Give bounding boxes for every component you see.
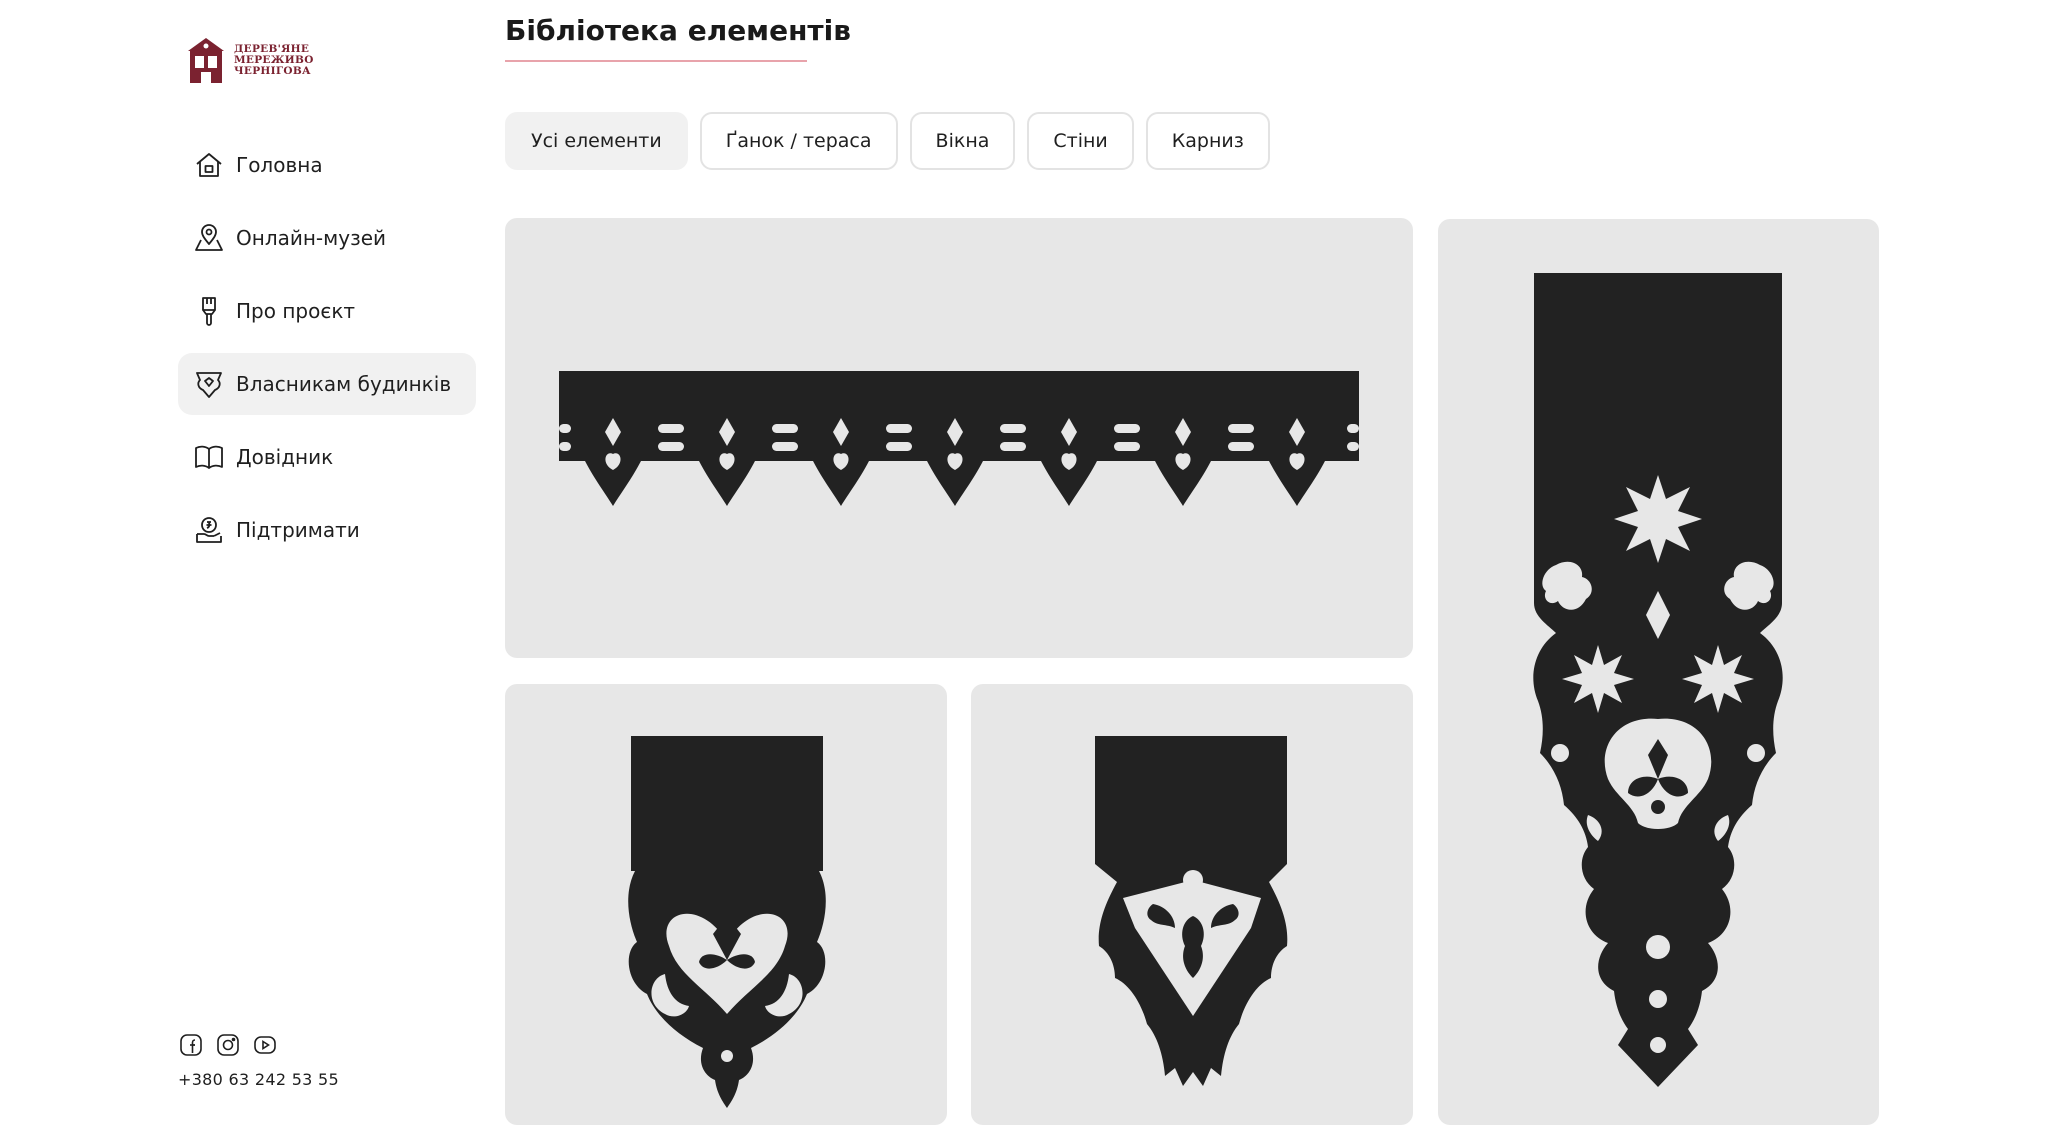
nav-item-home[interactable]: Головна bbox=[178, 134, 476, 196]
library-card-bracket-diamond[interactable] bbox=[971, 684, 1413, 1125]
logo-line-2: МЕРЕЖИВО bbox=[234, 53, 314, 66]
tab-walls[interactable]: Стіни bbox=[1027, 112, 1134, 170]
nav-item-online-museum[interactable]: Онлайн-музей bbox=[178, 207, 476, 269]
site-logo[interactable]: ДЕРЕВ'ЯНЕ МЕРЕЖИВО ЧЕРНІГОВА bbox=[186, 34, 326, 86]
tab-cornice[interactable]: Карниз bbox=[1145, 112, 1270, 170]
nav-item-support[interactable]: Підтримати bbox=[178, 499, 476, 561]
logo-line-3: ЧЕРНІГОВА bbox=[234, 64, 311, 77]
main-nav: Головна Онлайн-музей Про проєкт Власника… bbox=[178, 134, 476, 572]
facebook-icon[interactable] bbox=[178, 1032, 203, 1057]
donate-icon bbox=[192, 513, 226, 547]
instagram-icon[interactable] bbox=[215, 1032, 240, 1057]
home-icon bbox=[192, 148, 226, 182]
house-logo-icon bbox=[188, 38, 224, 83]
page: ДЕРЕВ'ЯНЕ МЕРЕЖИВО ЧЕРНІГОВА Головна Онл… bbox=[0, 0, 2048, 1142]
sidebar: ДЕРЕВ'ЯНЕ МЕРЕЖИВО ЧЕРНІГОВА Головна Онл… bbox=[0, 0, 480, 1142]
nav-label-home: Головна bbox=[236, 153, 323, 177]
library-card-bracket-heart[interactable] bbox=[505, 684, 947, 1125]
nav-label-about-project: Про проєкт bbox=[236, 299, 356, 323]
phone-number[interactable]: +380 63 242 53 55 bbox=[178, 1070, 339, 1089]
social-links bbox=[178, 1032, 277, 1057]
library-card-eave-trim[interactable] bbox=[505, 218, 1413, 658]
library-card-pilaster[interactable] bbox=[1438, 219, 1879, 1125]
book-icon bbox=[192, 440, 226, 474]
tab-all-elements[interactable]: Усі елементи bbox=[505, 112, 688, 170]
nav-item-about-project[interactable]: Про проєкт bbox=[178, 280, 476, 342]
nav-item-for-homeowners[interactable]: Власникам будинків bbox=[178, 353, 476, 415]
nav-label-online-museum: Онлайн-музей bbox=[236, 226, 387, 250]
logo-wordmark: ДЕРЕВ'ЯНЕ МЕРЕЖИВО ЧЕРНІГОВА bbox=[234, 42, 314, 77]
eave-trim-ornament bbox=[559, 371, 1359, 506]
nav-label-reference: Довідник bbox=[236, 445, 334, 469]
bracket-ornament-diamond bbox=[1095, 736, 1288, 1086]
map-pin-icon bbox=[192, 221, 226, 255]
filter-tabs: Усі елементи Ґанок / тераса Вікна Стіни … bbox=[505, 112, 1270, 170]
nav-item-reference[interactable]: Довідник bbox=[178, 426, 476, 488]
nav-label-for-homeowners: Власникам будинків bbox=[236, 372, 452, 396]
bracket-ornament-heart bbox=[628, 736, 826, 1108]
title-underline bbox=[505, 60, 807, 62]
carving-icon bbox=[192, 367, 226, 401]
brush-icon bbox=[192, 294, 226, 328]
logo-line-1: ДЕРЕВ'ЯНЕ bbox=[234, 42, 310, 55]
youtube-icon[interactable] bbox=[252, 1032, 277, 1057]
nav-label-support: Підтримати bbox=[236, 518, 360, 542]
tab-windows[interactable]: Вікна bbox=[909, 112, 1016, 170]
page-title: Бібліотека елементів bbox=[505, 14, 851, 47]
pilaster-ornament-tall bbox=[1533, 273, 1783, 1087]
tab-porch-terrace[interactable]: Ґанок / тераса bbox=[699, 112, 898, 170]
